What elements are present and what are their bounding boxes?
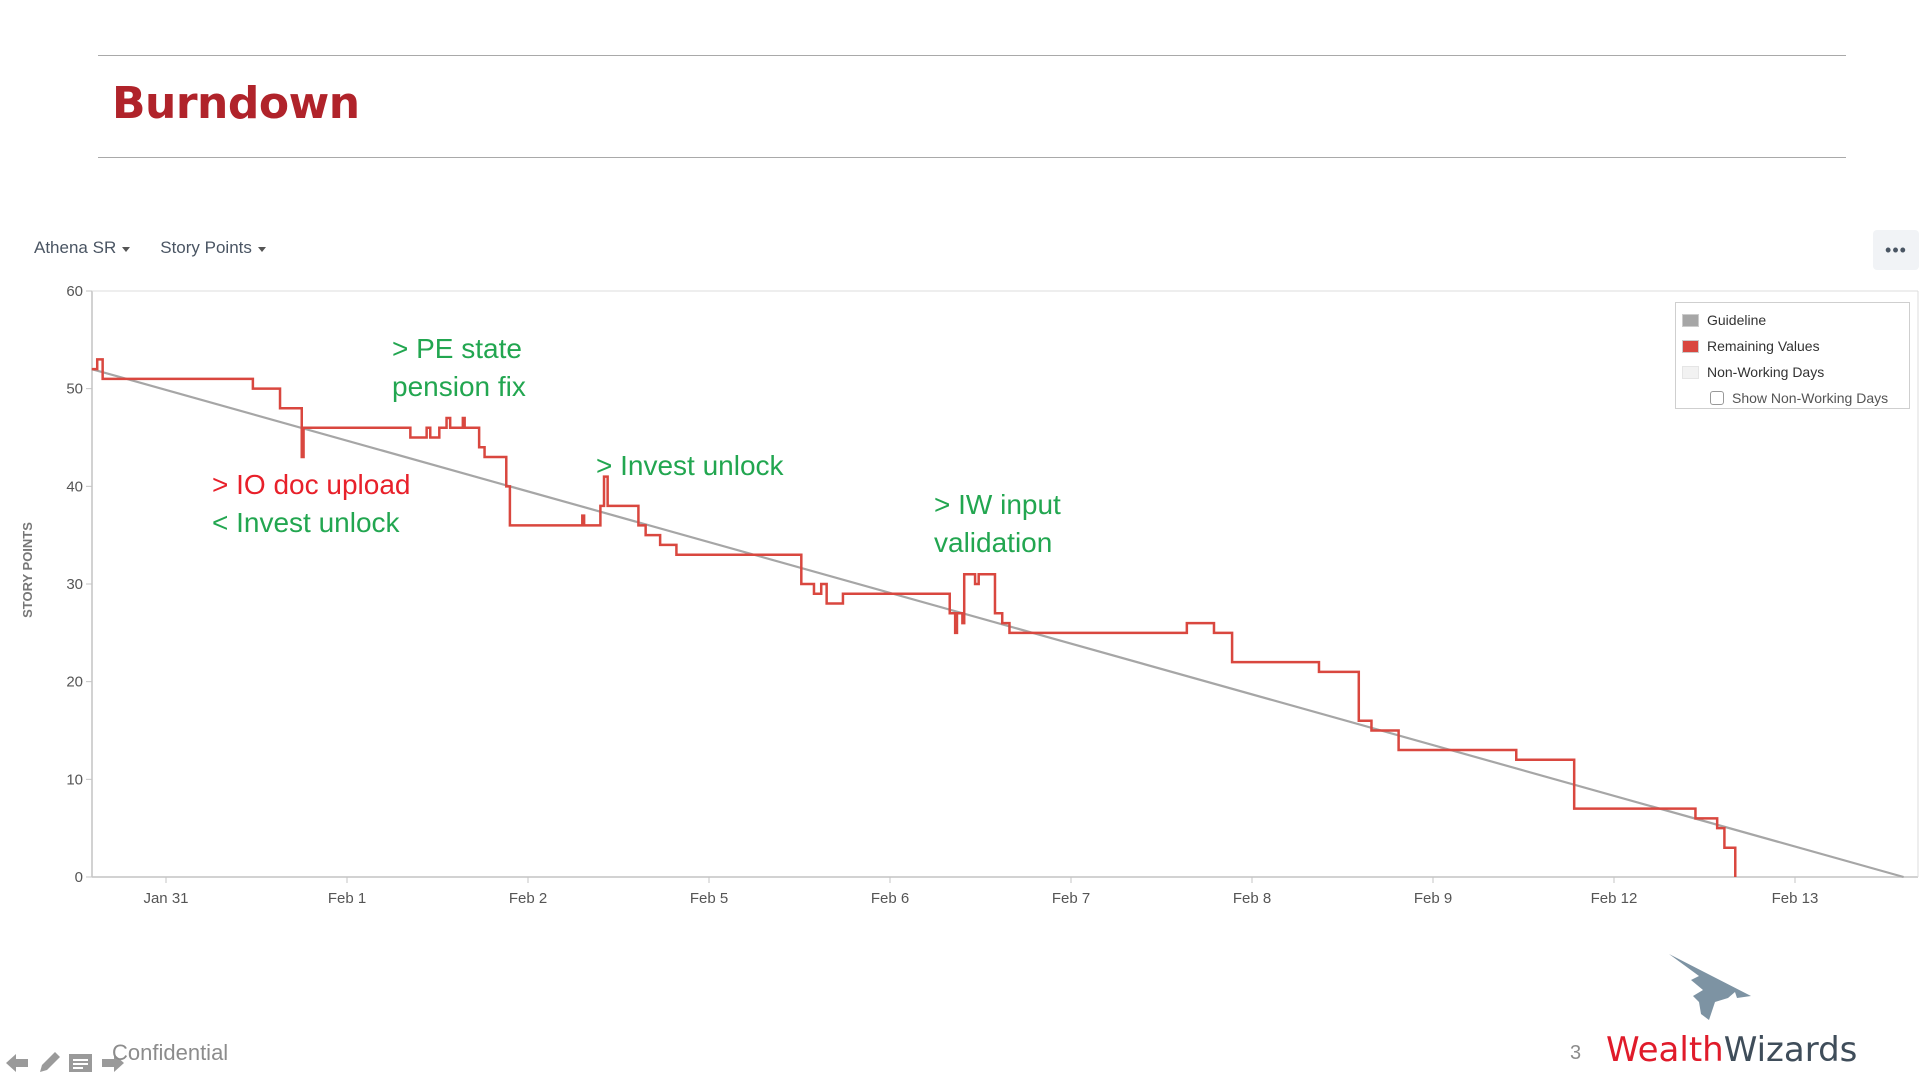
x-tick-label: Feb 2 <box>509 890 547 907</box>
slide-nav <box>4 1050 126 1076</box>
remaining-values-line <box>91 358 1737 877</box>
caret-down-icon <box>257 246 266 252</box>
metric-dropdown[interactable]: Story Points <box>160 238 266 258</box>
y-tick-label: 40 <box>66 478 83 495</box>
legend-label: Guideline <box>1707 312 1767 328</box>
legend-label: Non-Working Days <box>1707 364 1825 380</box>
guideline-swatch <box>1682 313 1699 327</box>
non-working-swatch <box>1682 365 1699 379</box>
brand-word-wizards: Wizards <box>1723 1030 1858 1070</box>
annotation-line: > Invest unlock <box>596 450 784 481</box>
metric-dropdown-label: Story Points <box>160 238 252 257</box>
x-tick-label: Feb 13 <box>1772 890 1819 907</box>
annotation-line: > PE state <box>392 333 522 364</box>
x-tick-label: Feb 8 <box>1233 890 1271 907</box>
more-options-button[interactable]: ••• <box>1873 230 1919 270</box>
legend-item-remaining[interactable]: Remaining Values <box>1676 333 1909 359</box>
x-tick-label: Feb 1 <box>328 890 366 907</box>
y-axis-label: STORY POINTS <box>20 522 35 618</box>
y-tick-label: 0 <box>75 869 83 886</box>
x-tick-label: Feb 7 <box>1052 890 1090 907</box>
pen-icon[interactable] <box>36 1050 62 1076</box>
y-tick-label: 60 <box>66 283 83 300</box>
legend-item-non-working[interactable]: Non-Working Days <box>1676 359 1909 385</box>
menu-icon[interactable] <box>68 1052 94 1074</box>
legend-item-guideline[interactable]: Guideline <box>1676 307 1909 333</box>
x-tick-label: Jan 31 <box>143 890 188 907</box>
annotation-line: < Invest unlock <box>212 507 400 538</box>
page-number: 3 <box>1570 1042 1582 1064</box>
checkbox-label: Show Non-Working Days <box>1732 390 1889 406</box>
annotation-iw-input: > IW input validation <box>934 486 1061 562</box>
annotation-line: validation <box>934 527 1053 558</box>
brand-word-wealth: Wealth <box>1606 1030 1724 1070</box>
show-non-working-checkbox[interactable]: Show Non-Working Days <box>1676 385 1909 411</box>
legend-label: Remaining Values <box>1707 338 1820 354</box>
caret-down-icon <box>122 246 131 252</box>
annotation-line: pension fix <box>392 371 526 402</box>
slide-title: Burndown <box>112 78 360 129</box>
brand-logo-text: WealthWizards <box>1606 1030 1857 1070</box>
chart-axes <box>91 290 1919 878</box>
annotation-invest-unlock: > Invest unlock <box>596 447 784 485</box>
board-dropdown-label: Athena SR <box>34 238 117 257</box>
annotation-line: > IO doc upload <box>212 469 411 500</box>
x-tick-label: Feb 5 <box>690 890 728 907</box>
chart-legend: Guideline Remaining Values Non-Working D… <box>1675 302 1910 409</box>
prev-arrow-icon[interactable] <box>4 1052 30 1074</box>
chart-toolbar: Athena SR Story Points <box>34 238 266 258</box>
y-tick-label: 50 <box>66 381 83 398</box>
x-tick-label: Feb 12 <box>1591 890 1638 907</box>
y-tick-label: 10 <box>66 771 83 788</box>
annotation-io-doc: > IO doc upload < Invest unlock <box>212 466 410 542</box>
remaining-swatch <box>1682 339 1699 353</box>
ellipsis-icon: ••• <box>1885 239 1907 260</box>
annotation-pe-state: > PE state pension fix <box>392 330 526 406</box>
board-dropdown[interactable]: Athena SR <box>34 238 131 258</box>
confidential-label: Confidential <box>112 1040 229 1065</box>
x-tick-label: Feb 6 <box>871 890 909 907</box>
wizard-hat-logo-icon <box>1669 954 1751 1020</box>
y-tick-label: 20 <box>66 674 83 691</box>
annotation-line: > IW input <box>934 489 1061 520</box>
title-rule <box>98 157 1846 158</box>
x-tick-label: Feb 9 <box>1414 890 1452 907</box>
guideline-line <box>91 368 1904 879</box>
y-tick-label: 30 <box>66 576 83 593</box>
top-rule <box>98 55 1846 56</box>
checkbox-icon[interactable] <box>1710 391 1724 405</box>
burndown-chart: 0 10 20 30 40 50 60 Jan 31 Feb 1 Feb 2 Feb 5 Feb 6… <box>20 283 1919 907</box>
